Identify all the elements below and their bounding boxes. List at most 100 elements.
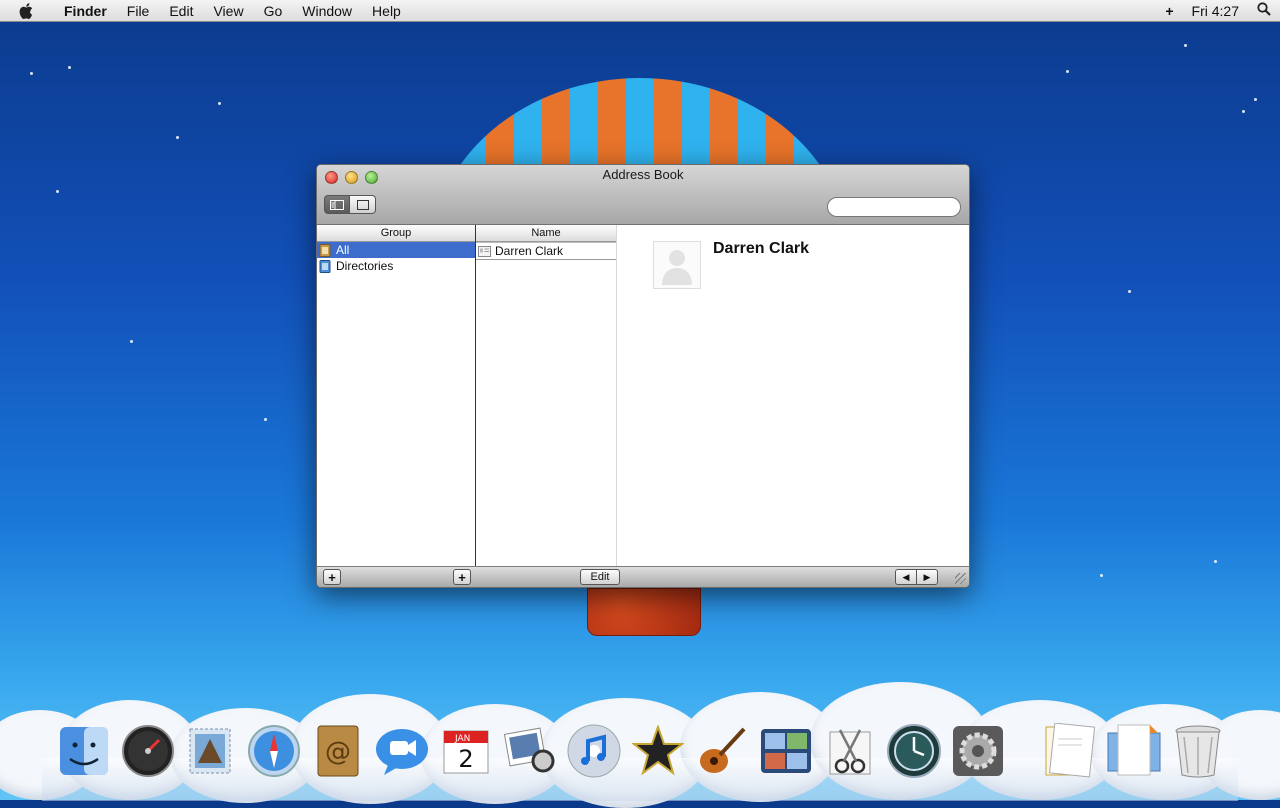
menu-app-name[interactable]: Finder	[54, 0, 117, 22]
address-book-content: Group All Directories Name Darren Clark …	[317, 225, 969, 566]
menu-edit[interactable]: Edit	[159, 0, 203, 22]
person-silhouette-icon	[662, 250, 692, 285]
contact-photo[interactable]	[653, 241, 701, 289]
window-titlebar[interactable]: Address Book	[317, 165, 969, 225]
documents-stack-icon	[1045, 723, 1096, 778]
mail-icon	[189, 728, 231, 774]
dock-itunes[interactable]	[566, 722, 622, 780]
group-column-header[interactable]: Group	[317, 225, 475, 242]
address-book-window: Address Book Group All Directories Name …	[316, 164, 970, 588]
scissors-icon	[829, 729, 871, 775]
ichat-icon	[376, 729, 428, 775]
window-bottombar: + + Edit ◀ ▶	[317, 566, 969, 587]
ical-day: 2	[458, 745, 473, 773]
window-title: Address Book	[602, 167, 684, 182]
ical-icon: JAN2	[443, 730, 489, 774]
contact-name: Darren Clark	[713, 240, 810, 257]
group-all-icon	[319, 243, 332, 257]
star	[1214, 560, 1217, 563]
menu-help[interactable]: Help	[362, 0, 411, 22]
spaces-icon	[761, 729, 811, 773]
search-input[interactable]	[827, 197, 961, 217]
star	[264, 418, 267, 421]
balloon-basket	[587, 588, 701, 636]
apple-menu-icon[interactable]	[18, 2, 36, 20]
star	[1128, 290, 1131, 293]
dock-address-book[interactable]: @	[310, 722, 366, 780]
view-segmented-control	[324, 195, 376, 214]
resize-grip-icon[interactable]	[955, 573, 966, 584]
star	[56, 190, 59, 193]
menu-file[interactable]: File	[117, 0, 160, 22]
add-group-button[interactable]: +	[323, 569, 341, 585]
imovie-icon	[632, 725, 684, 776]
name-column: Name Darren Clark	[476, 225, 617, 566]
name-label: Darren Clark	[495, 244, 564, 258]
vcard-icon	[478, 245, 491, 258]
group-row-directories[interactable]: Directories	[317, 258, 475, 274]
star	[1254, 98, 1257, 101]
name-column-header[interactable]: Name	[476, 225, 616, 242]
dock-time-machine[interactable]	[886, 722, 942, 780]
dock-dashboard[interactable]	[120, 722, 176, 780]
spotlight-icon[interactable]	[1248, 2, 1280, 19]
system-preferences-icon	[953, 726, 1003, 776]
address-book-icon: @	[317, 725, 359, 777]
dock-system-preferences[interactable]	[950, 722, 1006, 780]
bluetooth-plus-icon[interactable]: +	[1156, 3, 1182, 19]
dock-ichat[interactable]	[374, 722, 430, 780]
dock-preview[interactable]	[502, 722, 558, 780]
star	[1242, 110, 1245, 113]
add-person-button[interactable]: +	[453, 569, 471, 585]
star	[130, 340, 133, 343]
star	[218, 102, 221, 105]
dashboard-icon	[122, 725, 174, 777]
group-row-all[interactable]: All	[317, 242, 475, 258]
menu-go[interactable]: Go	[254, 0, 293, 22]
time-machine-icon	[887, 724, 941, 778]
dock-trash[interactable]	[1170, 722, 1226, 780]
name-row[interactable]: Darren Clark	[476, 242, 616, 260]
directories-icon	[319, 259, 332, 273]
dock-safari[interactable]	[246, 722, 302, 780]
dock-garageband[interactable]	[694, 722, 750, 780]
star	[1066, 70, 1069, 73]
menu-window[interactable]: Window	[292, 0, 362, 22]
next-card-button[interactable]: ▶	[916, 569, 938, 585]
group-column: Group All Directories	[317, 225, 476, 566]
preview-icon	[503, 727, 555, 773]
column-view-button[interactable]	[324, 195, 350, 214]
card-pane: Darren Clark	[617, 225, 969, 566]
svg-text:@: @	[325, 737, 351, 767]
ical-month: JAN	[454, 734, 470, 744]
dock-documents-stack[interactable]	[1040, 722, 1096, 780]
dock-imovie[interactable]	[630, 722, 686, 780]
dock-mail[interactable]	[182, 722, 238, 780]
dock-ical[interactable]: JAN 2	[438, 722, 494, 780]
dock-finder[interactable]	[56, 722, 112, 780]
safari-icon	[248, 725, 300, 777]
trash-icon	[1175, 725, 1221, 778]
group-label: Directories	[336, 259, 394, 273]
star	[1184, 44, 1187, 47]
menu-view[interactable]: View	[203, 0, 253, 22]
card-view-icon	[356, 199, 369, 210]
previous-card-button[interactable]: ◀	[895, 569, 917, 585]
downloads-stack-icon	[1107, 724, 1161, 776]
menu-clock[interactable]: Fri 4:27	[1183, 3, 1248, 19]
column-view-icon	[330, 199, 344, 210]
itunes-icon	[567, 724, 621, 778]
star	[176, 136, 179, 139]
finder-icon	[60, 727, 108, 775]
card-view-button[interactable]	[350, 195, 376, 214]
garageband-icon	[700, 727, 746, 773]
group-label: All	[336, 243, 350, 257]
dock-downloads-stack[interactable]	[1106, 722, 1162, 780]
dock-spaces[interactable]	[758, 722, 814, 780]
dock-scissors[interactable]	[822, 722, 878, 780]
menu-bar: Finder File Edit View Go Window Help + F…	[0, 0, 1280, 22]
star	[30, 72, 33, 75]
edit-button[interactable]: Edit	[580, 569, 620, 585]
star	[68, 66, 71, 69]
star	[1100, 574, 1103, 577]
